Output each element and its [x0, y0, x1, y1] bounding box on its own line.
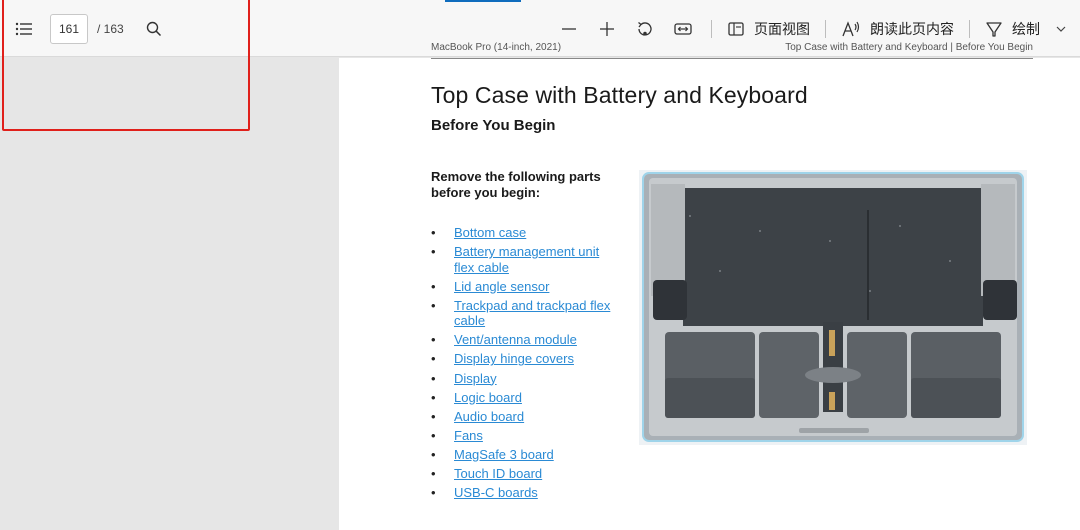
- read-aloud-label: 朗读此页内容: [870, 20, 954, 37]
- part-link[interactable]: Trackpad and trackpad flex cable: [454, 298, 610, 329]
- rotate-icon: [638, 21, 652, 36]
- part-link[interactable]: Touch ID board: [454, 466, 542, 481]
- macbook-top-case-photo: [639, 170, 1027, 445]
- part-link[interactable]: Display: [454, 371, 497, 386]
- toolbar-left-group: 161 / 163: [0, 0, 170, 57]
- zoom-in-icon: [600, 21, 614, 36]
- toolbar-separator: [711, 19, 712, 38]
- pdf-page: MacBook Pro (14-inch, 2021) Top Case wit…: [339, 42, 1080, 530]
- part-link[interactable]: Bottom case: [454, 225, 526, 240]
- list-item: Audio board: [431, 409, 621, 425]
- list-item: Logic board: [431, 390, 621, 406]
- toolbar-separator: [969, 19, 970, 38]
- list-item: Touch ID board: [431, 466, 621, 482]
- list-item: Vent/antenna module: [431, 332, 621, 348]
- list-item: Display hinge covers: [431, 351, 621, 367]
- search-icon: [146, 21, 161, 36]
- draw-label: 绘制: [1012, 20, 1040, 37]
- part-link[interactable]: USB-C boards: [454, 485, 538, 500]
- read-aloud-icon: [842, 20, 860, 36]
- page-title: Top Case with Battery and Keyboard: [431, 82, 808, 108]
- page-view-label: 页面视图: [754, 20, 810, 37]
- part-link[interactable]: Display hinge covers: [454, 351, 574, 366]
- contents-button[interactable]: [8, 13, 40, 45]
- draw-options-button[interactable]: [1046, 11, 1076, 47]
- page-header: MacBook Pro (14-inch, 2021) Top Case wit…: [431, 40, 1033, 59]
- toolbar-separator: [825, 19, 826, 38]
- page-header-right: Top Case with Battery and Keyboard | Bef…: [785, 42, 1033, 53]
- list-item: Trackpad and trackpad flex cable: [431, 298, 621, 329]
- chevron-down-icon: [1056, 26, 1066, 32]
- part-link[interactable]: Vent/antenna module: [454, 332, 577, 347]
- part-link[interactable]: Audio board: [454, 409, 524, 424]
- list-item: Battery management unit flex cable: [431, 244, 621, 275]
- intro-text: Remove the following parts before you be…: [431, 169, 601, 200]
- part-link[interactable]: Fans: [454, 428, 483, 443]
- list-item: MagSafe 3 board: [431, 447, 621, 463]
- page-total: / 163: [97, 21, 124, 36]
- page-header-left: MacBook Pro (14-inch, 2021): [431, 42, 562, 53]
- contents-icon: [15, 22, 32, 35]
- fit-width-icon: [674, 22, 692, 35]
- part-link[interactable]: Lid angle sensor: [454, 279, 549, 294]
- list-item: USB-C boards: [431, 485, 621, 501]
- page-view-icon: [728, 21, 744, 36]
- draw-icon: [986, 21, 1002, 37]
- active-tab-indicator: [445, 0, 521, 2]
- part-link[interactable]: Logic board: [454, 390, 522, 405]
- list-item: Lid angle sensor: [431, 279, 621, 295]
- part-link[interactable]: Battery management unit flex cable: [454, 244, 599, 275]
- list-item: Bottom case: [431, 225, 621, 241]
- part-link[interactable]: MagSafe 3 board: [454, 447, 554, 462]
- list-item: Display: [431, 371, 621, 387]
- page-number-input[interactable]: 161: [50, 13, 88, 44]
- search-button[interactable]: [138, 13, 170, 45]
- zoom-out-icon: [562, 27, 576, 30]
- list-item: Fans: [431, 428, 621, 444]
- parts-list: Bottom case Battery management unit flex…: [431, 225, 621, 504]
- page-subtitle: Before You Begin: [431, 117, 556, 134]
